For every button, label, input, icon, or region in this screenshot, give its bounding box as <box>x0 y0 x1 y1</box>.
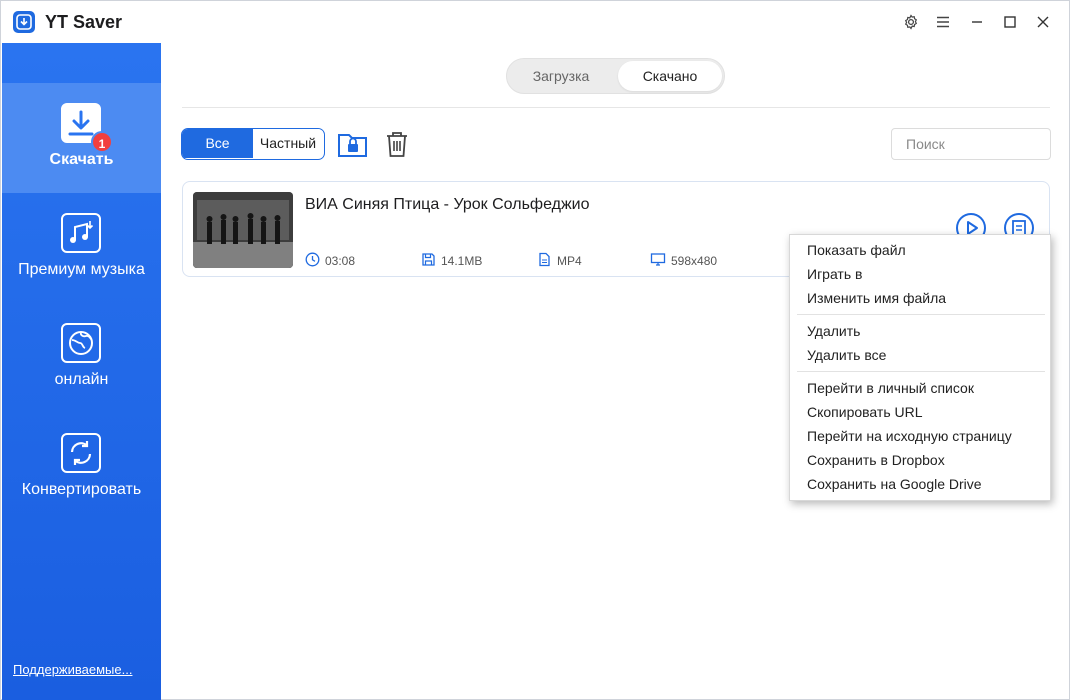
minimize-icon[interactable] <box>967 12 987 32</box>
sidebar-item-download[interactable]: 1 Скачать <box>2 83 161 193</box>
sidebar-item-label: онлайн <box>54 371 109 388</box>
menu-separator <box>797 371 1045 372</box>
menu-item-delete[interactable]: Удалить <box>807 321 860 341</box>
format-meta: MP4 <box>537 252 582 270</box>
video-title: ВИА Синяя Птица - Урок Сольфеджио <box>305 196 590 213</box>
close-icon[interactable] <box>1033 12 1053 32</box>
monitor-icon <box>650 252 666 270</box>
resolution-value: 598x480 <box>671 254 718 268</box>
supported-sites-link[interactable]: Поддерживаемые... <box>13 662 132 677</box>
filter-group: Все Частный <box>181 128 325 160</box>
size-value: 14.1MB <box>441 254 483 268</box>
menu-item-save-dropbox[interactable]: Сохранить в Dropbox <box>807 450 945 470</box>
music-icon <box>61 213 101 253</box>
floppy-icon <box>421 252 436 270</box>
download-count-badge: 1 <box>91 131 113 153</box>
tab-downloaded[interactable]: Скачано <box>618 61 722 91</box>
download-tabs: Загрузка Скачано <box>506 58 725 94</box>
trash-icon[interactable] <box>383 129 415 159</box>
duration-meta: 03:08 <box>305 252 355 270</box>
divider <box>182 107 1050 108</box>
sidebar: 1 Скачать Премиум музыка онлайн Конверти… <box>2 43 161 700</box>
filter-private-button[interactable]: Частный <box>253 129 323 158</box>
lock-folder-icon[interactable] <box>337 129 369 159</box>
menu-item-rename-file[interactable]: Изменить имя файла <box>807 288 946 308</box>
resolution-meta: 598x480 <box>650 252 717 270</box>
sidebar-item-label: Скачать <box>49 151 114 168</box>
settings-gear-icon[interactable] <box>901 12 921 32</box>
clock-icon <box>305 252 320 270</box>
tab-downloading[interactable]: Загрузка <box>509 61 613 91</box>
globe-icon <box>61 323 101 363</box>
menu-item-save-google-drive[interactable]: Сохранить на Google Drive <box>807 474 982 494</box>
menu-item-copy-url[interactable]: Скопировать URL <box>807 402 923 422</box>
menu-item-show-file[interactable]: Показать файл <box>807 240 906 260</box>
app-title: YT Saver <box>45 12 123 32</box>
duration-value: 03:08 <box>325 254 356 268</box>
menu-item-play-in[interactable]: Играть в <box>807 264 862 284</box>
format-value: MP4 <box>557 254 582 268</box>
sidebar-item-label: Конвертировать <box>21 481 142 498</box>
menu-separator <box>797 314 1045 315</box>
maximize-icon[interactable] <box>1000 12 1020 32</box>
menu-icon[interactable] <box>933 12 953 32</box>
filter-all-button[interactable]: Все <box>182 129 253 158</box>
video-thumbnail <box>193 192 293 268</box>
convert-icon <box>61 433 101 473</box>
app-window: YT Saver 1 Скачать Премиум музыка онлайн… <box>0 0 1070 700</box>
menu-item-go-to-source[interactable]: Перейти на исходную страницу <box>807 426 1012 446</box>
title-bar: YT Saver <box>1 1 1069 43</box>
sidebar-item-label: Премиум музыка <box>18 261 145 278</box>
size-meta: 14.1MB <box>421 252 482 270</box>
menu-item-move-to-private[interactable]: Перейти в личный список <box>807 378 974 398</box>
app-logo-icon <box>13 11 35 33</box>
search-input[interactable] <box>891 128 1051 160</box>
menu-item-delete-all[interactable]: Удалить все <box>807 345 886 365</box>
context-menu: Показать файл Играть в Изменить имя файл… <box>789 234 1051 501</box>
file-icon <box>537 252 552 270</box>
sidebar-item-convert[interactable]: Конвертировать <box>2 413 161 523</box>
sidebar-item-premium-music[interactable]: Премиум музыка <box>2 193 161 303</box>
sidebar-item-online[interactable]: онлайн <box>2 303 161 413</box>
